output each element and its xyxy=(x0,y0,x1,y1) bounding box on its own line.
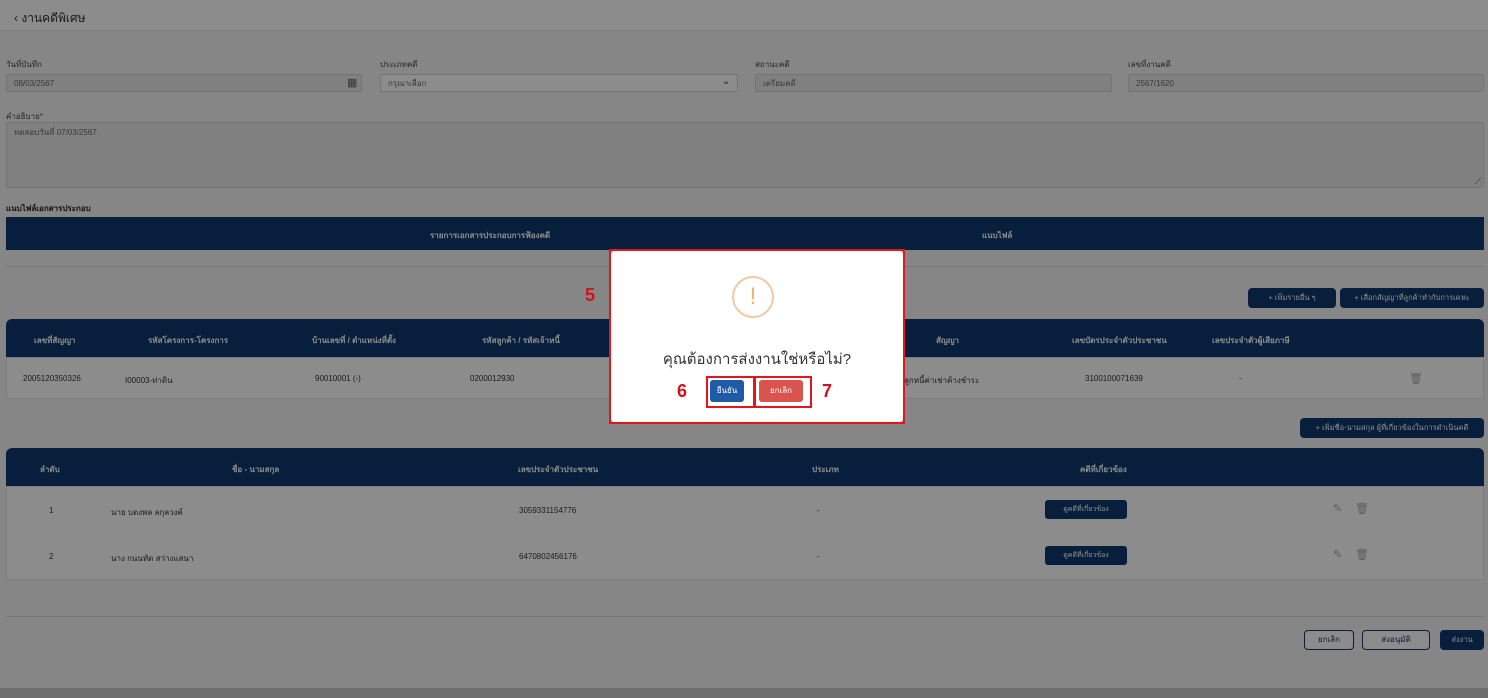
highlight-box-confirm xyxy=(706,376,755,408)
annotation-number-6: 6 xyxy=(677,381,688,401)
highlight-box-cancel xyxy=(754,376,812,408)
annotation-number-5: 5 xyxy=(585,285,596,305)
annotation-number-7: 7 xyxy=(822,381,833,401)
